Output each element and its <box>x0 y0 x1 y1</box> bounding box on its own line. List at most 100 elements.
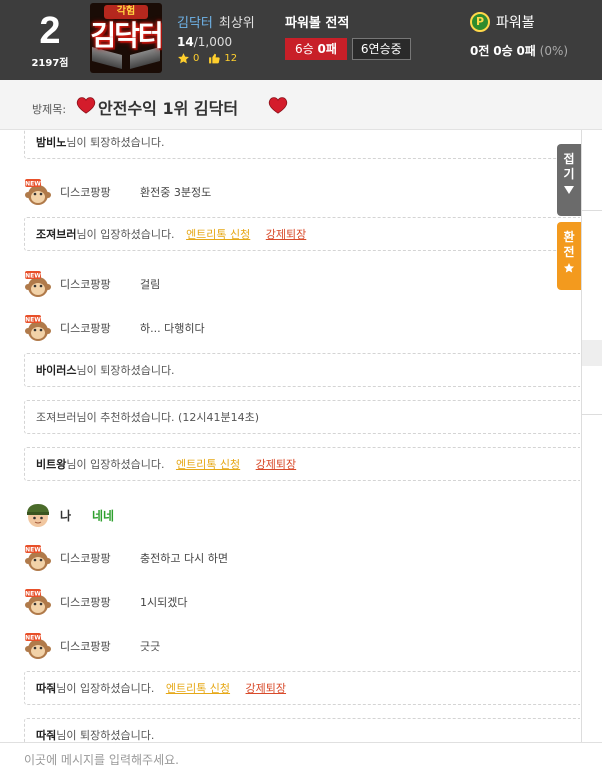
message-text: 긋긋 <box>140 640 161 653</box>
heart-icon <box>76 97 96 114</box>
monkey-avatar-icon: NEW <box>25 545 51 571</box>
fold-tab-char: 기 <box>563 167 575 181</box>
pb-losses: 0패 <box>516 44 536 58</box>
powerball-summary: P 파워볼 0전 0승 0패 (0%) <box>470 12 568 59</box>
star-icon <box>178 53 189 64</box>
message-user[interactable]: 조져브러 <box>36 228 76 241</box>
room-title-label: 방제목: <box>32 103 67 116</box>
star-icon <box>564 263 574 273</box>
profile-header: 2 2197점 각험 김닥터 김닥터 최상위 14/1,000 0 12 파워볼 … <box>0 0 602 80</box>
user-stats: 0 12 <box>177 52 255 65</box>
rank-number: 2 <box>39 10 61 52</box>
user-level: 14/1,000 <box>177 35 255 49</box>
message-text: 님이 퇴장하셨습니다. <box>76 364 175 377</box>
message-input-bar <box>0 742 602 774</box>
kick-link[interactable]: 강제퇴장 <box>256 458 296 471</box>
fold-tab-char: 접 <box>563 152 575 166</box>
message-text: 님이 추천하셨습니다. (12시41분14초) <box>76 411 259 424</box>
system-message: 조져브러님이 추천하셨습니다. (12시41분14초) <box>24 400 580 434</box>
system-message: 따줘님이 퇴장하셨습니다. <box>24 718 580 742</box>
message-text: 님이 입장하셨습니다. <box>56 682 155 695</box>
thumbs-up-icon <box>209 53 221 64</box>
entry-request-link[interactable]: 엔트리톡 신청 <box>186 228 250 241</box>
losses: 0패 <box>317 42 337 56</box>
divider <box>582 414 602 415</box>
system-message: 조져브러님이 입장하셨습니다. 엔트리톡 신청 강제퇴장 <box>24 217 580 251</box>
user-info: 김닥터 최상위 14/1,000 0 12 <box>177 12 255 65</box>
chat-message: NEW 디스코팡팡 긋긋 <box>24 632 160 660</box>
system-message: 따줘님이 입장하셨습니다. 엔트리톡 신청 강제퇴장 <box>24 671 580 705</box>
pb-pct: (0%) <box>539 44 569 58</box>
monkey-avatar-icon: NEW <box>25 589 51 615</box>
profile-logo[interactable]: 각험 김닥터 <box>90 3 162 73</box>
soldier-avatar-icon <box>27 504 49 527</box>
message-user[interactable]: 디스코팡팡 <box>60 550 140 566</box>
logo-top-text: 각험 <box>104 5 148 19</box>
message-user[interactable]: 디스코팡팡 <box>60 276 140 292</box>
message-text: 하... 다행히다 <box>140 322 205 335</box>
level-max: /1,000 <box>193 35 233 49</box>
fold-tab[interactable]: 접 기 <box>557 144 581 216</box>
system-message: 밤비노님이 퇴장하셨습니다. <box>24 130 580 159</box>
wins: 6승 <box>295 42 314 56</box>
message-text: 1시되겠다 <box>140 596 188 609</box>
rank-points: 2197점 <box>31 58 69 69</box>
svg-text:NEW: NEW <box>25 635 41 642</box>
message-user[interactable]: 디스코팡팡 <box>60 594 140 610</box>
kick-link[interactable]: 강제퇴장 <box>266 228 306 241</box>
chat-log[interactable]: 밤비노님이 퇴장하셨습니다. NEW 디스코팡팡 환전중 3분정도 조져브러님이… <box>0 130 580 742</box>
like-count: 12 <box>224 53 238 64</box>
powerball-label: 파워볼 <box>496 15 535 31</box>
message-user[interactable]: 조져브러 <box>36 411 76 424</box>
entry-request-link[interactable]: 엔트리톡 신청 <box>166 682 230 695</box>
kick-link[interactable]: 강제퇴장 <box>246 682 286 695</box>
message-text: 님이 퇴장하셨습니다. <box>56 729 155 742</box>
message-user[interactable]: 바이러스 <box>36 364 76 377</box>
entry-request-link[interactable]: 엔트리톡 신청 <box>176 458 240 471</box>
room-title: 안전수익 1위 김닥터 <box>98 99 239 118</box>
exchange-tab[interactable]: 환 전 <box>557 222 581 290</box>
message-user[interactable]: 비트왕 <box>36 458 66 471</box>
side-panel-header <box>582 340 602 366</box>
star-count: 0 <box>193 53 200 64</box>
svg-text:NEW: NEW <box>25 317 41 324</box>
level-current: 14 <box>177 35 194 49</box>
powerball-icon: P <box>470 12 490 32</box>
chat-message: NEW 디스코팡팡 환전중 3분정도 <box>24 178 211 206</box>
room-title-bar: 방제목: 안전수익 1위 김닥터 <box>0 80 602 130</box>
svg-text:NEW: NEW <box>25 591 41 598</box>
message-text: 걸림 <box>140 278 161 291</box>
chat-message: NEW 디스코팡팡 충전하고 다시 하면 <box>24 544 228 572</box>
message-user[interactable]: 디스코팡팡 <box>60 184 140 200</box>
message-text: 님이 입장하셨습니다. <box>66 458 165 471</box>
message-user[interactable]: 따줘 <box>36 682 56 695</box>
chat-message: NEW 디스코팡팡 하... 다행히다 <box>24 314 205 342</box>
message-user[interactable]: 디스코팡팡 <box>60 638 140 654</box>
monkey-avatar-icon: NEW <box>25 633 51 659</box>
message-user[interactable]: 나 <box>60 507 92 524</box>
powerball-record: 파워볼 전적 6승 0패 6연승중 <box>285 12 411 60</box>
exchange-tab-char: 환 <box>563 230 575 244</box>
record-title: 파워볼 전적 <box>285 16 350 31</box>
message-text: 님이 퇴장하셨습니다. <box>66 136 165 149</box>
monkey-avatar-icon: NEW <box>25 315 51 341</box>
message-user[interactable]: 따줘 <box>36 729 56 742</box>
win-loss-badge: 6승 0패 <box>285 38 347 60</box>
svg-text:NEW: NEW <box>25 181 41 188</box>
message-user[interactable]: 디스코팡팡 <box>60 320 140 336</box>
message-input[interactable] <box>24 749 564 771</box>
message-text: 네네 <box>92 508 115 523</box>
chat-message: NEW 디스코팡팡 걸림 <box>24 270 160 298</box>
user-name[interactable]: 김닥터 <box>177 16 213 31</box>
monkey-avatar-icon: NEW <box>25 271 51 297</box>
message-user[interactable]: 밤비노 <box>36 136 66 149</box>
streak-badge: 6연승중 <box>351 38 411 60</box>
svg-text:NEW: NEW <box>25 273 41 280</box>
my-message: 나 네네 <box>24 501 114 529</box>
user-grade: 최상위 <box>218 16 255 31</box>
powerball-stats: 0전 0승 0패 (0%) <box>470 42 568 59</box>
rank-block: 2 2197점 <box>20 10 80 69</box>
pb-wins: 0승 <box>493 44 513 58</box>
pb-games: 0전 <box>470 44 490 58</box>
system-message: 바이러스님이 퇴장하셨습니다. <box>24 353 580 387</box>
